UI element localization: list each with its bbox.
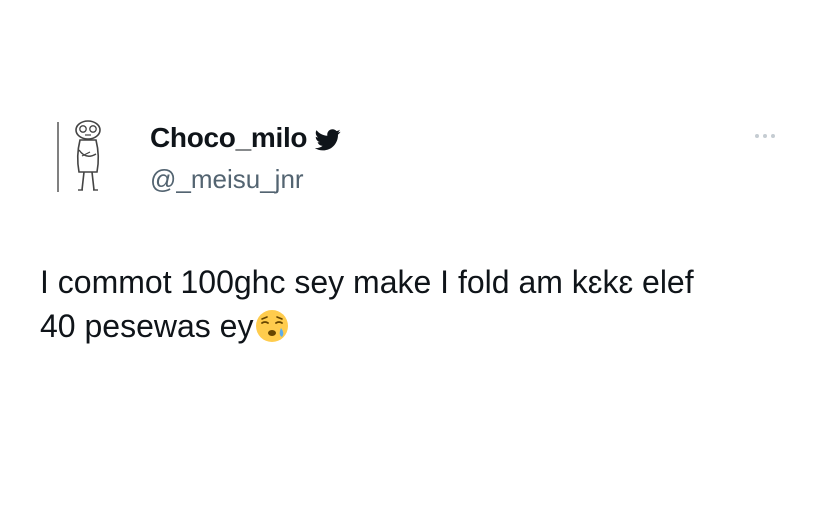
tweet-card: Choco_milo @_meisu_jnr I commot 100ghc s…: [0, 0, 828, 516]
tweet-line-2: 40 pesewas ey: [40, 304, 800, 348]
author-name-row[interactable]: Choco_milo: [150, 122, 341, 154]
sleepy-face-emoji-icon: [256, 310, 289, 342]
author-handle[interactable]: @_meisu_jnr: [150, 164, 304, 195]
more-dot: [763, 134, 767, 138]
more-options-icon[interactable]: [755, 134, 775, 138]
tweet-body: I commot 100ghc sey make I fold am kɛkɛ …: [40, 260, 800, 348]
stick-figure-avatar-icon[interactable]: [52, 116, 122, 198]
twitter-bird-icon: [315, 128, 341, 150]
more-dot: [771, 134, 775, 138]
display-name[interactable]: Choco_milo: [150, 122, 308, 154]
tweet-line-1: I commot 100ghc sey make I fold am kɛkɛ …: [40, 264, 694, 300]
tweet-line-2-text: 40 pesewas ey: [40, 308, 254, 344]
more-dot: [755, 134, 759, 138]
